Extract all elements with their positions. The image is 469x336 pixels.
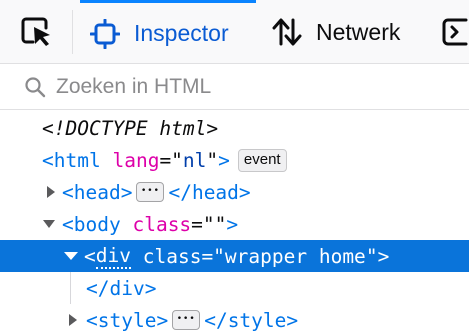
style-end-open: </: [204, 308, 228, 332]
expand-arrow-icon[interactable]: [66, 313, 80, 327]
tree-node-style[interactable]: <style> </style>: [0, 304, 469, 336]
tab-inspector-label: Inspector: [134, 20, 229, 46]
collapsed-children-ellipsis[interactable]: [136, 182, 165, 202]
tree-node-doctype[interactable]: <!DOCTYPE html>: [0, 112, 469, 144]
inspector-icon: [90, 18, 120, 49]
head-open-close: >: [120, 180, 133, 204]
head-tag-name: head: [73, 180, 121, 204]
devtools-toolbar: Inspector Netwerk: [0, 0, 469, 64]
tab-inspector[interactable]: Inspector: [80, 0, 256, 64]
tab-console[interactable]: [438, 0, 469, 64]
expand-arrow-icon[interactable]: [44, 185, 58, 199]
style-tag-name: style: [97, 308, 157, 332]
tab-network-label: Netwerk: [316, 18, 401, 45]
html-attr-name: lang: [112, 148, 160, 172]
div-end-close: >: [144, 276, 157, 300]
head-end-tag-name: head: [191, 180, 239, 204]
html-close-bracket: >: [218, 148, 230, 172]
html-attr-close: ": [206, 148, 219, 172]
tree-node-div-selected[interactable]: < div class =" wrapper home " >: [0, 240, 469, 272]
div-attr-eq: =": [201, 244, 225, 268]
collapse-arrow-icon[interactable]: [64, 249, 78, 263]
head-end-close: >: [238, 180, 251, 204]
toolbar-separator: [72, 10, 73, 54]
div-attr-name: class: [142, 244, 202, 268]
div-tag-name: div: [95, 243, 131, 269]
tree-node-head[interactable]: <head> </head>: [0, 176, 469, 208]
event-badge[interactable]: event: [237, 148, 287, 172]
collapse-arrow-icon[interactable]: [42, 217, 56, 231]
doctype-text: <!DOCTYPE html>: [42, 116, 219, 140]
search-input[interactable]: [54, 73, 418, 100]
tab-network[interactable]: Netwerk: [262, 0, 432, 64]
div-end-open: </: [86, 276, 110, 300]
console-icon: [442, 18, 468, 46]
element-picker-icon: [21, 17, 50, 46]
body-tag-name: body: [73, 212, 121, 236]
body-attr-close: ": [214, 212, 227, 236]
network-arrows-icon: [272, 18, 302, 46]
html-search-bar: [0, 64, 469, 110]
head-end-open: </: [168, 180, 192, 204]
body-attr-name: class: [132, 212, 192, 236]
style-end-close: >: [286, 308, 299, 332]
html-tag-name: html: [53, 148, 101, 172]
html-attr-value: nl: [182, 148, 207, 172]
div-attr-value: wrapper home: [224, 244, 366, 268]
div-attr-close: ": [365, 244, 378, 268]
style-open-bracket: <: [86, 308, 98, 332]
div-end-tag-name: div: [109, 276, 145, 300]
tree-node-body[interactable]: < body class =" " >: [0, 208, 469, 240]
style-open-close: >: [156, 308, 169, 332]
html-open-bracket: <: [42, 148, 54, 172]
tree-node-html[interactable]: < html lang =" nl " > event: [0, 144, 469, 176]
tree-node-div-close[interactable]: </div >: [0, 272, 469, 304]
collapsed-children-ellipsis[interactable]: [172, 310, 201, 330]
element-picker-button[interactable]: [0, 0, 72, 64]
style-end-tag-name: style: [227, 308, 287, 332]
search-icon: [24, 76, 46, 98]
body-close-bracket: >: [226, 212, 239, 236]
div-open-bracket: <: [84, 244, 96, 268]
head-open-bracket: <: [62, 180, 74, 204]
body-open-bracket: <: [62, 212, 74, 236]
div-close-bracket: >: [377, 244, 390, 268]
html-attr-eq: =": [159, 148, 183, 172]
body-attr-eq: =": [191, 212, 215, 236]
